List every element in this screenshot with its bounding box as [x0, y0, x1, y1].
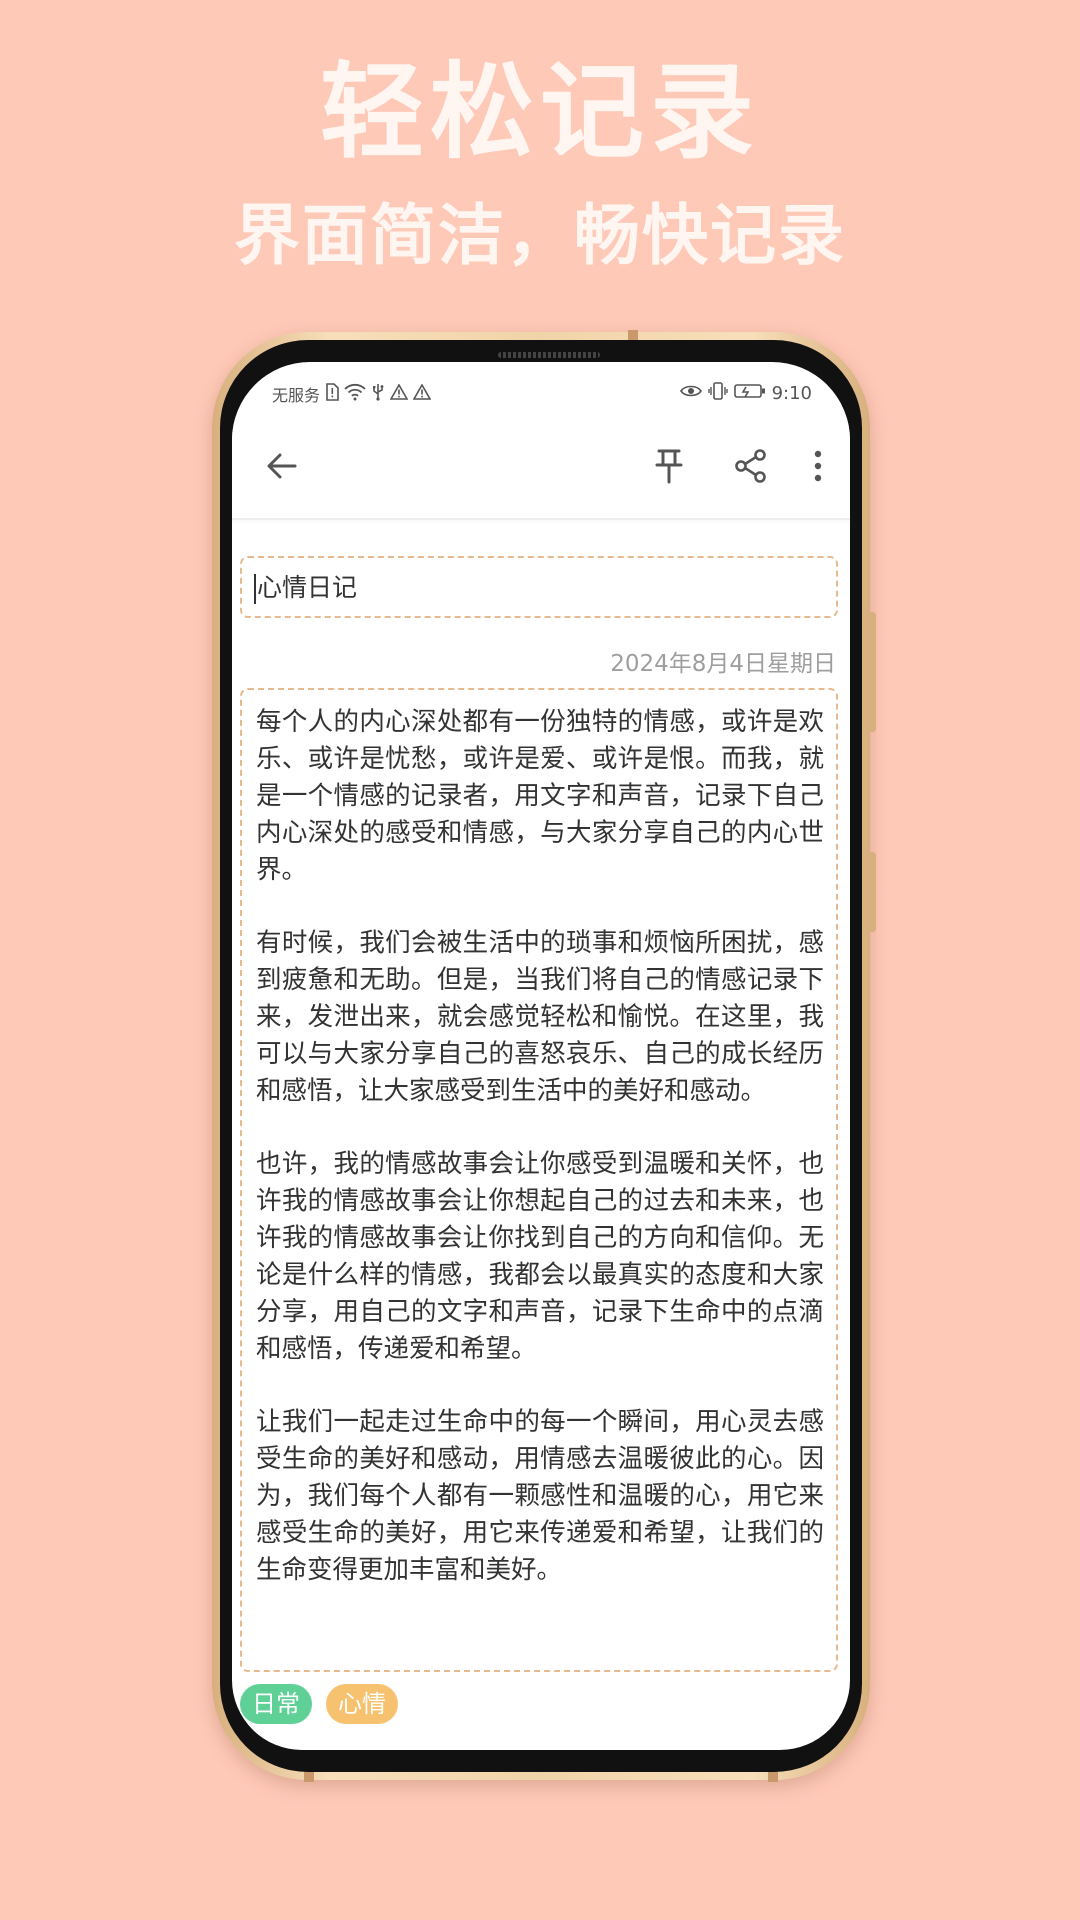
- phone-screen: 无服务 9:10 心情日记 2024年8月4日星期日 每个人的内心深处都有一份独…: [232, 362, 850, 1750]
- promo-headline: 轻松记录: [319, 50, 760, 173]
- wifi-icon: [344, 383, 366, 405]
- earpiece-speaker: [498, 352, 600, 358]
- sim-alert-icon: [325, 383, 339, 405]
- power-button: [870, 852, 876, 932]
- body-paragraph: 也许，我的情感故事会让你感受到温暖和关怀，也许我的情感故事会让你想起自己的过去和…: [256, 1149, 824, 1364]
- share-icon: [733, 448, 769, 488]
- battery-charging-icon: [733, 383, 766, 403]
- arrow-left-icon: [265, 449, 299, 487]
- app-bar: [232, 418, 850, 520]
- volume-button: [870, 612, 876, 732]
- body-paragraph: 有时候，我们会被生活中的琐事和烦恼所困扰，感到疲惫和无助。但是，当我们将自己的情…: [256, 928, 824, 1106]
- clock-text: 9:10: [771, 382, 812, 404]
- phone-frame: 无服务 9:10 心情日记 2024年8月4日星期日 每个人的内心深处都有一份独…: [212, 330, 876, 1782]
- warning-icon: [412, 383, 432, 404]
- pin-icon: [652, 448, 686, 488]
- more-vertical-icon: [813, 449, 823, 487]
- body-paragraph: 让我们一起走过生命中的每一个瞬间，用心灵去感受生命的美好和感动，用情感去温暖彼此…: [256, 1407, 824, 1585]
- back-button[interactable]: [258, 444, 306, 492]
- carrier-text: 无服务: [272, 386, 321, 405]
- warning-icon: [389, 383, 409, 404]
- vibrate-icon: [707, 382, 728, 404]
- status-bar: 无服务 9:10: [232, 362, 850, 418]
- eye-comfort-icon: [679, 383, 702, 403]
- body-paragraph: 每个人的内心深处都有一份独特的情感，或许是欢乐、或许是忧愁，或许是爱、或许是恨。…: [256, 707, 824, 885]
- phone-bezel: 无服务 9:10 心情日记 2024年8月4日星期日 每个人的内心深处都有一份独…: [220, 340, 862, 1772]
- usb-icon: [371, 383, 385, 405]
- note-title-text: 心情日记: [257, 573, 358, 602]
- tag-list: 日常 心情: [240, 1684, 398, 1724]
- note-title-field[interactable]: 心情日记: [240, 556, 838, 618]
- share-button[interactable]: [727, 444, 775, 492]
- note-body-field[interactable]: 每个人的内心深处都有一份独特的情感，或许是欢乐、或许是忧愁，或许是爱、或许是恨。…: [240, 688, 838, 1672]
- text-cursor: [254, 574, 256, 604]
- more-options-button[interactable]: [794, 444, 842, 492]
- promo-subheadline: 界面简洁，畅快记录: [234, 197, 846, 274]
- pin-button[interactable]: [645, 444, 693, 492]
- tag-chip-mood[interactable]: 心情: [326, 1684, 398, 1724]
- note-date: 2024年8月4日星期日: [610, 651, 836, 677]
- tag-chip-daily[interactable]: 日常: [240, 1684, 312, 1724]
